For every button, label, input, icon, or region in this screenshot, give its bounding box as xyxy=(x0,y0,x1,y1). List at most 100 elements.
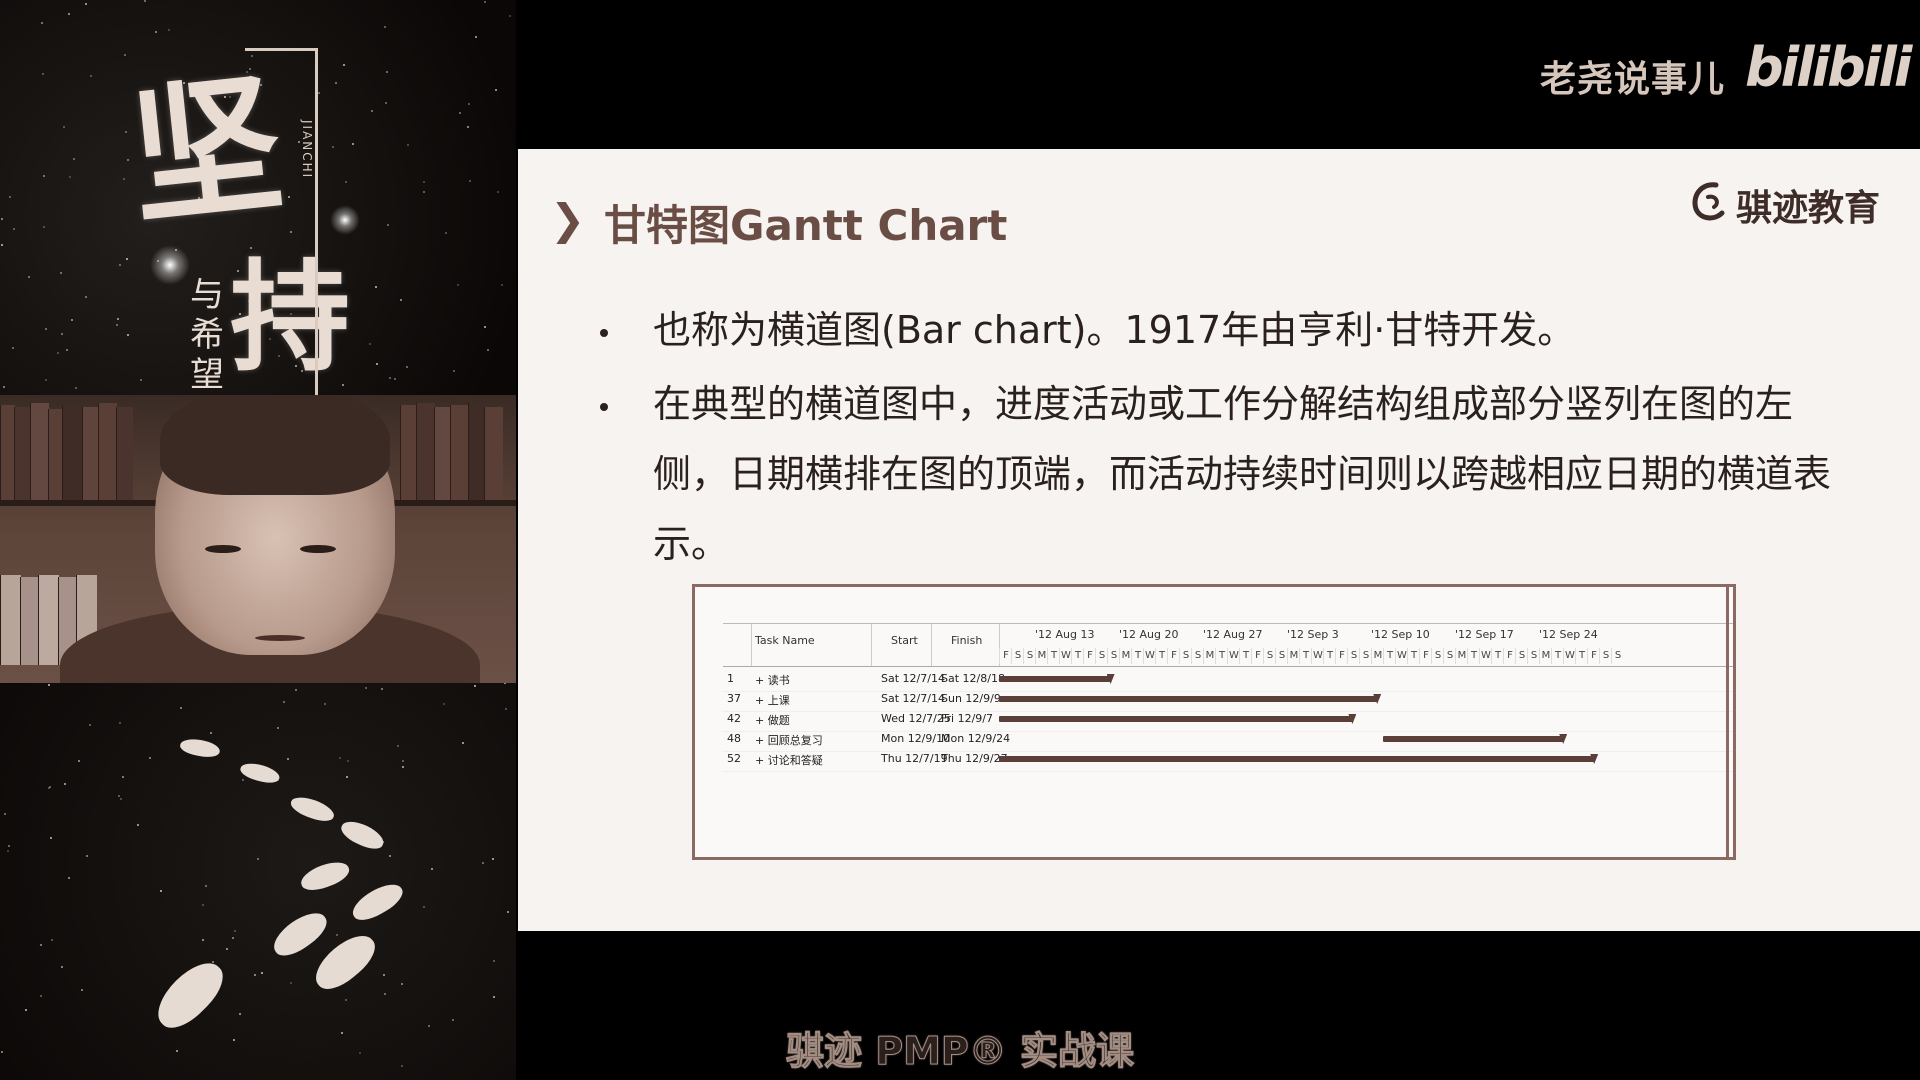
gantt-col-header: Finish xyxy=(931,624,1000,666)
star-dot xyxy=(375,286,377,288)
gantt-task-finish: Fri 12/9/7 xyxy=(941,712,994,725)
gantt-task-start: Sat 12/7/14 xyxy=(881,692,945,705)
star-dot xyxy=(335,82,337,84)
star-dot xyxy=(61,333,63,335)
star-dot xyxy=(386,71,388,73)
star-dot xyxy=(283,701,285,703)
star-dot xyxy=(457,284,459,286)
star-dot xyxy=(123,178,125,180)
gantt-task-finish: Mon 12/9/24 xyxy=(941,732,1011,745)
glow-star xyxy=(150,245,190,285)
star-dot xyxy=(140,379,142,381)
star-dot xyxy=(118,795,120,797)
star-dot xyxy=(45,328,47,330)
star-dot xyxy=(63,126,65,128)
bullet-dot xyxy=(600,403,608,411)
star-dot xyxy=(475,36,477,38)
star-dot xyxy=(45,379,47,381)
star-dot xyxy=(3,386,5,388)
presentation-slide: ❯ 甘特图Gantt Chart 骐迹教育 也称为横道图(Bar chart)。… xyxy=(518,149,1920,931)
star-dot xyxy=(43,175,45,177)
gantt-week-label: '12 Aug 27 xyxy=(1203,628,1263,641)
poster-subtitle: 与希望 xyxy=(190,275,224,395)
gantt-header: Task Name Start Finish '12 Aug 13'12 Aug… xyxy=(723,623,1733,667)
slide-title: 甘特图Gantt Chart xyxy=(604,201,1008,250)
gantt-week-label: '12 Sep 24 xyxy=(1539,628,1598,641)
bullet-item: 也称为横道图(Bar chart)。1917年由亨利·甘特开发。 xyxy=(653,308,1576,352)
star-dot xyxy=(43,226,45,228)
gantt-task-name: + 回顾总复习 xyxy=(755,734,823,747)
star-dot xyxy=(41,22,43,24)
gantt-task-id: 52 xyxy=(727,752,741,765)
star-dot xyxy=(68,877,70,879)
star-dot xyxy=(467,126,469,128)
star-dot xyxy=(127,334,129,336)
brand-name: 骐迹教育 xyxy=(1736,188,1881,229)
star-dot xyxy=(40,944,42,946)
gantt-task-start: Sat 12/7/14 xyxy=(881,672,945,685)
star-dot xyxy=(468,103,470,105)
star-dot xyxy=(9,196,11,198)
star-dot xyxy=(122,776,124,778)
star-dot xyxy=(384,26,386,28)
star-dot xyxy=(68,13,70,15)
mouth xyxy=(255,635,305,641)
star-dot xyxy=(69,176,71,178)
star-dot xyxy=(505,708,507,710)
star-dot xyxy=(295,689,297,691)
eye xyxy=(300,545,336,553)
glow-star xyxy=(330,205,360,235)
star-dot xyxy=(7,850,9,852)
star-dot xyxy=(48,787,50,789)
star-dot xyxy=(168,29,170,31)
star-dot xyxy=(119,264,121,266)
channel-watermark: 老尧说事儿 xyxy=(1540,59,1726,100)
star-dot xyxy=(474,685,476,687)
star-dot xyxy=(324,703,326,705)
star-dot xyxy=(57,352,59,354)
star-dot xyxy=(385,102,387,104)
gantt-task-start: Thu 12/7/19 xyxy=(881,752,948,765)
star-dot xyxy=(345,181,347,183)
star-dot xyxy=(352,143,354,145)
star-dot xyxy=(78,760,80,762)
star-dot xyxy=(13,228,15,230)
star-dot xyxy=(507,911,509,913)
bilibili-logo: bilibili xyxy=(1745,36,1912,99)
gantt-week-label: '12 Sep 10 xyxy=(1371,628,1430,641)
gantt-col-header: Task Name xyxy=(751,624,872,666)
star-dot xyxy=(125,131,127,133)
star-dot xyxy=(60,272,62,274)
star-dot xyxy=(8,845,10,847)
star-dot xyxy=(12,347,14,349)
star-dot xyxy=(180,707,182,709)
gantt-task-start: Mon 12/9/10 xyxy=(881,732,951,745)
star-dot xyxy=(394,378,396,380)
star-dot xyxy=(126,258,128,260)
star-dot xyxy=(81,989,83,991)
star-dot xyxy=(1,218,3,220)
star-dot xyxy=(495,89,497,91)
gantt-chart-image: Task Name Start Finish '12 Aug 13'12 Aug… xyxy=(692,584,1736,860)
star-dot xyxy=(493,960,495,962)
star-dot xyxy=(492,858,494,860)
gantt-task-name: + 讨论和答疑 xyxy=(755,754,823,767)
star-dot xyxy=(443,703,445,705)
star-dot xyxy=(90,75,92,77)
star-dot xyxy=(119,722,121,724)
star-dot xyxy=(28,276,30,278)
bullet-dot xyxy=(600,329,608,337)
star-dot xyxy=(61,966,63,968)
star-dot xyxy=(127,159,129,161)
poster-frame xyxy=(245,48,318,399)
gantt-task-finish: Sun 12/9/9 xyxy=(941,692,1001,705)
star-dot xyxy=(423,181,425,183)
star-dot xyxy=(423,191,425,193)
gantt-week-label: '12 Aug 13 xyxy=(1035,628,1095,641)
star-dot xyxy=(85,296,87,298)
star-dot xyxy=(406,366,408,368)
star-dot xyxy=(431,868,433,870)
star-dot xyxy=(459,112,461,114)
gantt-task-row: 52 + 讨论和答疑 Thu 12/7/19 Thu 12/9/27 xyxy=(723,747,1733,772)
gantt-timescale: '12 Aug 13 '12 Aug 20 '12 Aug 27 '12 Sep 3 '… xyxy=(999,624,1733,666)
